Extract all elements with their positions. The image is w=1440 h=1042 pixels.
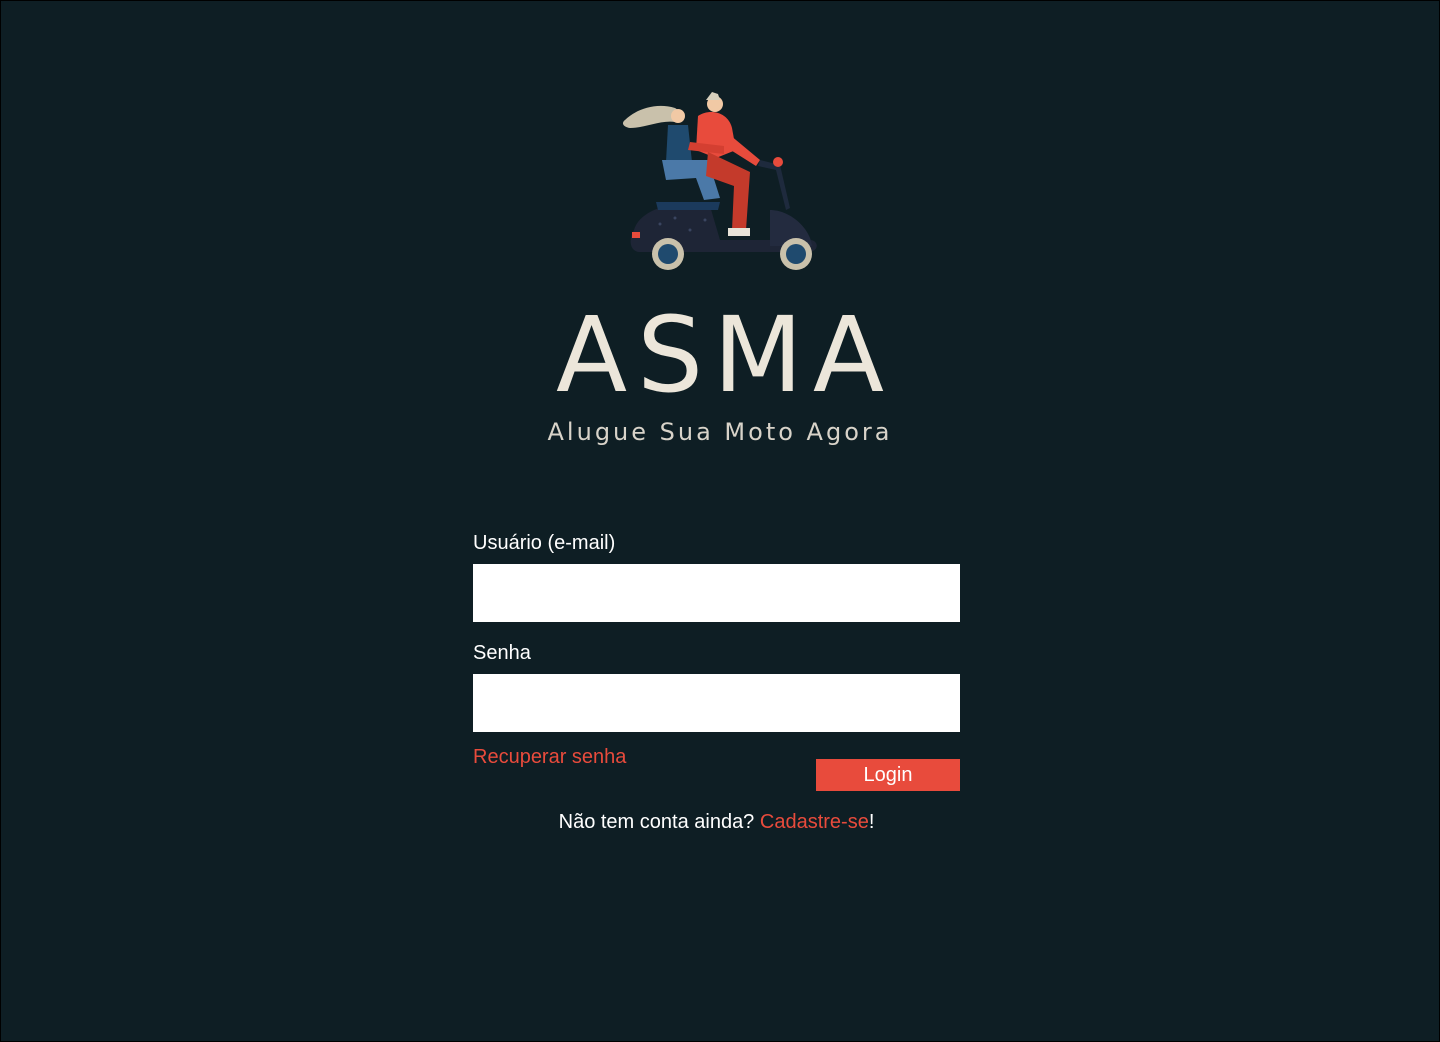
password-field[interactable] — [473, 674, 960, 732]
signup-link[interactable]: Cadastre-se — [760, 811, 869, 833]
email-field[interactable] — [473, 564, 960, 622]
password-label: Senha — [473, 642, 531, 664]
recover-password-link[interactable]: Recuperar senha — [473, 746, 626, 769]
brand-block: ASMA Alugue Sua Moto Agora — [470, 300, 970, 446]
login-form: Usuário (e-mail) Senha Recuperar senha L… — [473, 530, 960, 802]
signup-suffix: ! — [868, 811, 875, 833]
email-label: Usuário (e-mail) — [473, 532, 616, 554]
brand-tagline: Alugue Sua Moto Agora — [547, 418, 893, 446]
signup-prompt-text: Não tem conta ainda? — [558, 811, 760, 833]
couple-riding-scooter-illustration — [620, 90, 820, 270]
signup-prompt: Não tem conta ainda? Cadastre-se! — [473, 808, 960, 836]
form-actions: Recuperar senha Login — [473, 732, 960, 802]
login-button[interactable]: Login — [816, 759, 960, 791]
brand-title: ASMA — [555, 294, 895, 416]
